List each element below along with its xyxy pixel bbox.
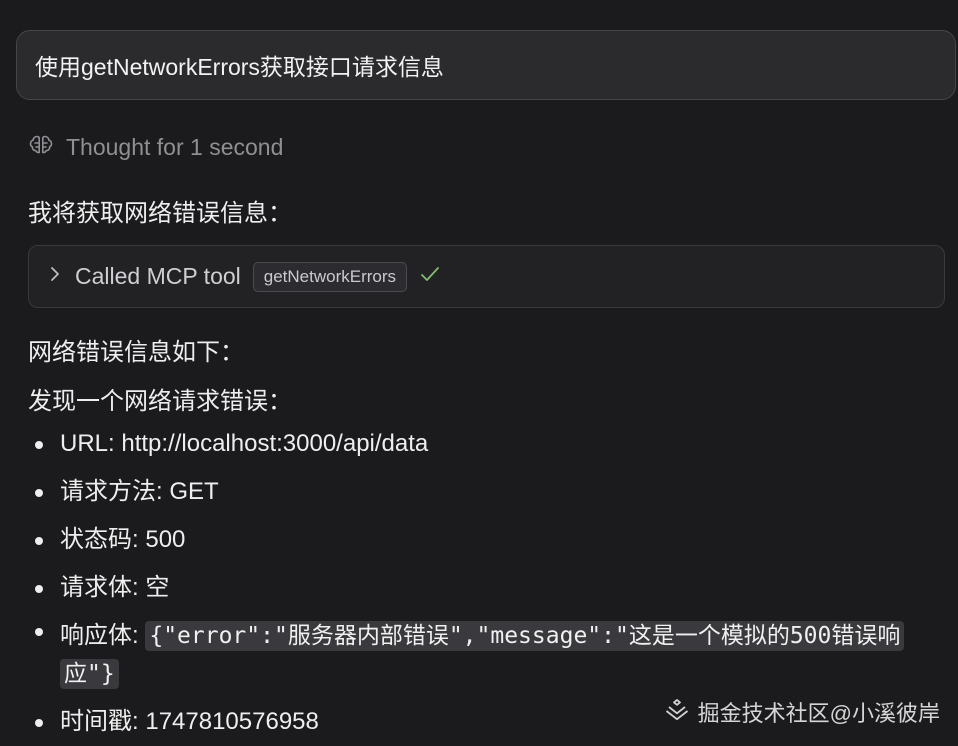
list-item-url: URL: http://localhost:3000/api/data: [28, 420, 938, 468]
juejin-logo-icon: [664, 696, 690, 728]
method-label: 请求方法:: [60, 478, 170, 505]
brain-icon: [28, 131, 54, 163]
chat-panel: 使用getNetworkErrors获取接口请求信息 Thought for 1…: [0, 0, 958, 746]
user-message-text: 使用getNetworkErrors获取接口请求信息: [35, 54, 444, 80]
request-body-value: 空: [145, 574, 170, 601]
watermark-text: 掘金技术社区@小溪彼岸: [697, 701, 940, 726]
found-line: 发现一个网络请求错误：: [28, 388, 292, 415]
user-message[interactable]: 使用getNetworkErrors获取接口请求信息: [16, 30, 956, 100]
intro-text: 我将获取网络错误信息：: [28, 200, 292, 227]
chevron-right-icon[interactable]: [47, 263, 63, 291]
timestamp-value: 1747810576958: [145, 708, 319, 735]
request-body-label: 请求体:: [60, 574, 146, 601]
result-heading: 网络错误信息如下：: [28, 339, 244, 366]
list-item-response-body: 响应体: {"error":"服务器内部错误","message":"这是一个模…: [28, 612, 938, 698]
tool-call-label: Called MCP tool: [75, 263, 241, 289]
thought-toggle[interactable]: Thought for 1 second: [28, 131, 283, 163]
url-label: URL:: [60, 430, 122, 457]
response-body-label: 响应体:: [60, 622, 146, 649]
list-item-method: 请求方法: GET: [28, 468, 938, 516]
thought-label: Thought for 1 second: [66, 133, 284, 160]
method-value: GET: [169, 478, 219, 505]
tool-call-card[interactable]: Called MCP tool getNetworkErrors: [28, 245, 945, 308]
url-value: http://localhost:3000/api/data: [121, 430, 429, 457]
watermark: 掘金技术社区@小溪彼岸: [664, 696, 940, 728]
status-value: 500: [145, 526, 186, 553]
list-item-request-body: 请求体: 空: [28, 564, 938, 612]
response-body-code: {"error":"服务器内部错误","message":"这是一个模拟的500…: [60, 621, 905, 689]
check-icon: [419, 263, 441, 291]
status-label: 状态码:: [60, 526, 146, 553]
list-item-status: 状态码: 500: [28, 516, 938, 564]
timestamp-label: 时间戳:: [60, 708, 146, 735]
tool-name-badge: getNetworkErrors: [252, 261, 408, 292]
